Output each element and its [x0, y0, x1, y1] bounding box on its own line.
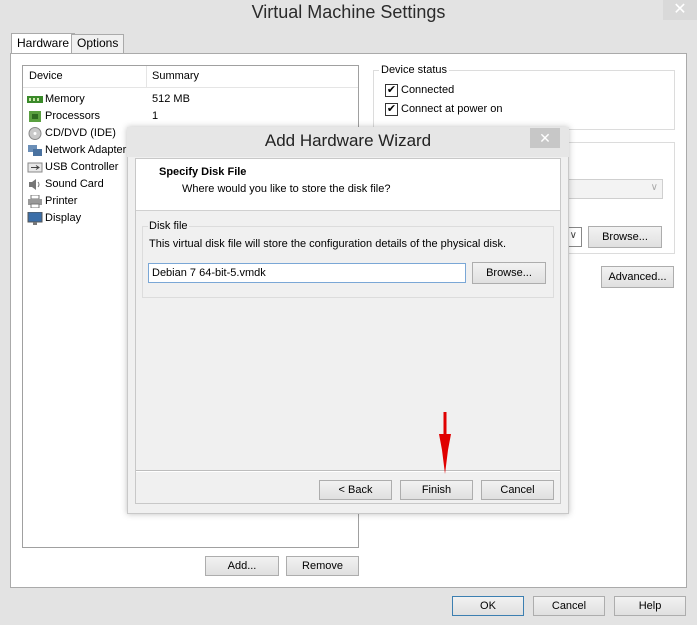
- connect-at-power-on-label[interactable]: Connect at power on: [401, 103, 503, 115]
- printer-icon: [28, 195, 42, 208]
- device-name: Display: [45, 212, 82, 224]
- wizard-title: Add Hardware Wizard: [264, 131, 432, 150]
- connected-label[interactable]: Connected: [401, 84, 454, 96]
- remove-button[interactable]: Remove: [286, 556, 359, 576]
- disk-file-label: Disk file: [148, 220, 189, 232]
- connect-at-power-on-checkbox[interactable]: ✔: [385, 103, 398, 116]
- network-adapter-icon: [28, 145, 42, 156]
- cd-dvd-icon: [28, 127, 42, 140]
- checkmark-icon: ✔: [386, 103, 397, 115]
- device-name: USB Controller: [45, 161, 119, 173]
- back-button[interactable]: < Back: [319, 480, 392, 500]
- processor-icon: [29, 111, 41, 122]
- device-name: Processors: [45, 110, 101, 122]
- window-title: Virtual Machine Settings: [251, 2, 446, 22]
- device-row-processors[interactable]: Processors 1: [27, 108, 347, 125]
- device-list-header: Device Summary: [23, 66, 358, 88]
- usb-icon: [27, 162, 43, 173]
- device-name: Network Adapter: [45, 144, 127, 156]
- device-status-label: Device status: [379, 64, 450, 76]
- wizard-heading: Specify Disk File: [159, 166, 247, 178]
- connection-dropdown[interactable]: ∨: [560, 179, 663, 199]
- wizard-subheading: Where would you like to store the disk f…: [182, 183, 391, 195]
- add-button[interactable]: Add...: [205, 556, 279, 576]
- device-summary: 512 MB: [152, 93, 190, 105]
- checkmark-icon: ✔: [386, 84, 397, 96]
- device-status-group: [373, 70, 675, 130]
- close-icon: ✕: [539, 130, 551, 146]
- disk-file-description: This virtual disk file will store the co…: [149, 238, 507, 250]
- close-icon: ✕: [673, 1, 687, 18]
- device-name: CD/DVD (IDE): [45, 127, 116, 139]
- device-summary: 1: [152, 110, 159, 122]
- cancel-button[interactable]: Cancel: [533, 596, 605, 616]
- chevron-down-icon: ∨: [569, 230, 577, 241]
- sound-card-icon: [29, 179, 40, 190]
- finish-button[interactable]: Finish: [400, 480, 473, 500]
- device-name: Memory: [45, 93, 85, 105]
- window-close-button[interactable]: ✕: [663, 0, 697, 20]
- help-button[interactable]: Help: [614, 596, 686, 616]
- disk-file-input[interactable]: [148, 263, 466, 283]
- tab-options[interactable]: Options: [71, 34, 125, 53]
- device-column-header[interactable]: Device: [29, 70, 63, 82]
- red-arrow-annotation: [439, 412, 451, 474]
- device-name: Sound Card: [45, 178, 104, 190]
- chevron-down-icon: ∨: [650, 182, 658, 193]
- device-row-memory[interactable]: Memory 512 MB: [27, 91, 347, 108]
- memory-icon: [27, 96, 43, 103]
- browse-button[interactable]: Browse...: [588, 226, 662, 248]
- tab-hardware[interactable]: Hardware: [11, 33, 76, 54]
- wizard-footer-divider-highlight: [136, 471, 560, 472]
- column-divider: [146, 66, 147, 88]
- connected-checkbox[interactable]: ✔: [385, 84, 398, 97]
- summary-column-header[interactable]: Summary: [152, 70, 199, 82]
- device-name: Printer: [45, 195, 78, 207]
- wizard-close-button[interactable]: ✕: [530, 128, 560, 148]
- display-icon: [27, 212, 43, 225]
- ok-button[interactable]: OK: [452, 596, 524, 616]
- advanced-button[interactable]: Advanced...: [601, 266, 674, 288]
- wizard-browse-button[interactable]: Browse...: [472, 262, 546, 284]
- wizard-cancel-button[interactable]: Cancel: [481, 480, 554, 500]
